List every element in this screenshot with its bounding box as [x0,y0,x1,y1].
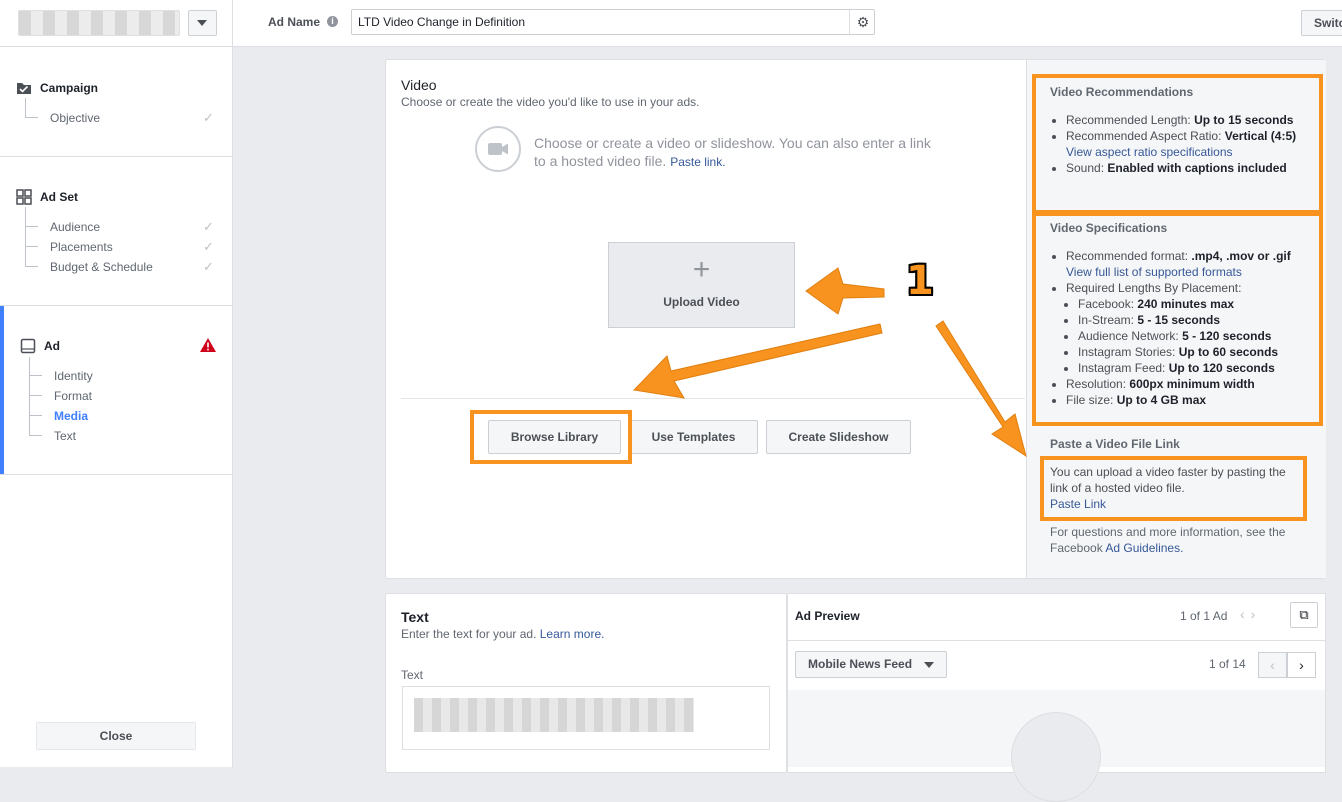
section-divider [0,305,232,306]
learn-more-link[interactable]: Learn more. [540,627,605,641]
sidebar-section-campaign[interactable]: Campaign [40,81,98,95]
account-selector[interactable] [18,10,180,36]
placement-select[interactable]: Mobile News Feed [795,651,947,678]
text-section-title: Text [401,609,429,625]
tree-line [30,415,42,416]
ad-preview-title: Ad Preview [795,609,860,623]
text-field-label: Text [401,668,424,682]
ad-name-label: Ad Name [268,15,321,29]
sidebar-item-media[interactable]: Media [54,409,88,423]
highlight-browse-library [470,410,632,464]
placement-select-value: Mobile News Feed [808,657,913,671]
ad-guidelines-link[interactable]: Ad Guidelines. [1105,541,1183,555]
check-icon: ✓ [203,110,214,125]
tree-line [29,357,30,436]
ad-name-input[interactable] [351,9,875,35]
campaign-folder-icon [17,83,31,94]
sidebar-item-placements[interactable]: Placements [50,240,113,254]
sidebar-item-objective[interactable]: Objective [50,111,100,125]
check-icon: ✓ [203,239,214,254]
tree-line [30,395,42,396]
ad-device-icon [20,338,36,354]
account-dropdown-button[interactable] [188,10,217,36]
check-icon: ✓ [203,259,214,274]
tree-line [26,226,38,227]
sidebar-item-budget-schedule[interactable]: Budget & Schedule [50,260,153,274]
external-link-icon[interactable]: ⧉ [1290,602,1318,628]
create-slideshow-button[interactable]: Create Slideshow [766,420,911,454]
plus-icon: + [692,253,711,286]
gear-icon[interactable]: ⚙ [849,10,876,34]
tree-line [26,266,38,267]
upload-video-button[interactable]: + Upload Video [608,242,795,328]
active-section-indicator [0,306,4,474]
chevron-left-icon: ‹ [1270,657,1275,673]
sidebar-item-identity[interactable]: Identity [54,369,93,383]
preview-next-button[interactable]: › [1287,652,1316,678]
sidebar-item-audience[interactable]: Audience [50,220,100,234]
tree-line [26,246,38,247]
tree-line [25,98,26,118]
paste-video-link-title: Paste a Video File Link [1050,437,1180,451]
highlight-recommendations [1032,74,1323,214]
redacted-text [414,698,694,732]
chevron-left-icon[interactable]: ‹ [1240,606,1251,622]
annotation-number: 1 [906,258,934,304]
preview-page-count: 1 of 14 [1209,657,1246,671]
sidebar-item-text[interactable]: Text [54,429,76,443]
sidebar-divider [232,0,233,767]
preview-avatar-placeholder [1011,712,1101,802]
chevron-right-icon: › [1299,657,1304,673]
sidebar-section-adset[interactable]: Ad Set [40,190,78,204]
use-templates-button[interactable]: Use Templates [629,420,758,454]
section-divider [0,474,232,475]
sidebar-section-ad[interactable]: Ad [44,339,60,353]
video-section-title: Video [401,77,437,93]
info-icon[interactable]: i [327,16,338,27]
preview-prev-button[interactable]: ‹ [1258,652,1287,678]
video-prompt: Choose or create a video or slideshow. Y… [534,134,934,171]
tree-line [26,117,38,118]
sidebar [0,47,232,767]
text-subtitle-text: Enter the text for your ad. [401,627,537,641]
tree-line [30,435,42,436]
check-icon: ✓ [203,219,214,234]
ad-count: 1 of 1 Ad [1180,609,1228,623]
ad-pager[interactable]: ‹› [1240,606,1261,622]
guidelines-note: For questions and more information, see … [1050,524,1310,556]
chevron-right-icon[interactable]: › [1251,606,1262,622]
video-section-subtitle: Choose or create the video you'd like to… [401,95,700,109]
divider [788,640,1325,641]
divider [401,398,1025,399]
close-button[interactable]: Close [36,722,196,750]
tree-line [25,207,26,267]
warning-icon [200,338,216,352]
chevron-down-icon [924,662,934,668]
switch-button[interactable]: Switch [1301,10,1342,36]
section-divider [0,156,232,157]
adset-grid-icon [16,189,32,205]
upload-video-label: Upload Video [663,295,740,309]
highlight-specifications [1032,212,1323,426]
video-prompt-text: Choose or create a video or slideshow. Y… [534,135,931,169]
text-section-subtitle: Enter the text for your ad. Learn more. [401,627,604,641]
highlight-paste-link [1040,456,1307,521]
sidebar-item-format[interactable]: Format [54,389,92,403]
chevron-down-icon [197,20,207,26]
video-camera-icon [475,126,521,172]
paste-link-inline[interactable]: Paste link. [670,155,725,169]
tree-line [30,375,42,376]
